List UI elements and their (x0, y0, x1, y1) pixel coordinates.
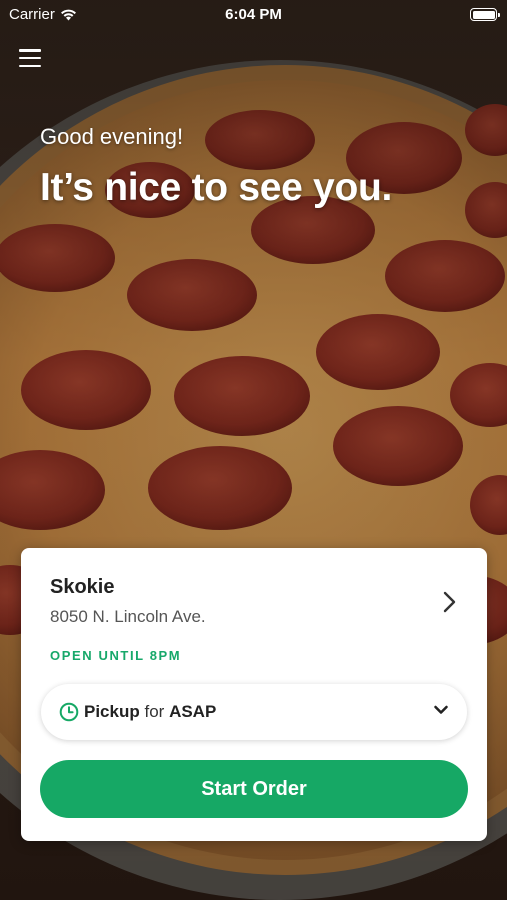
status-bar: Carrier 6:04 PM (0, 0, 507, 30)
store-address[interactable]: 8050 N. Lincoln Ave. (50, 607, 206, 627)
battery-icon (470, 8, 500, 21)
store-name[interactable]: Skokie (50, 576, 114, 599)
order-mode-connector: for (144, 702, 165, 721)
clock-icon (59, 702, 79, 722)
greeting-text: Good evening! (40, 124, 184, 149)
store-hours-status: OPEN UNTIL 8PM (50, 648, 182, 663)
chevron-down-icon[interactable] (433, 704, 449, 716)
order-time-label: ASAP (169, 702, 217, 721)
status-time: 6:04 PM (225, 6, 282, 23)
order-mode-text: Pickup for ASAP (84, 702, 216, 722)
chevron-right-icon[interactable] (439, 590, 459, 614)
order-mode-label: Pickup (84, 702, 140, 721)
headline-text: It’s nice to see you. (40, 166, 393, 209)
store-card: Skokie 8050 N. Lincoln Ave. OPEN UNTIL 8… (21, 548, 487, 841)
order-mode-selector[interactable]: Pickup for ASAP (41, 684, 467, 740)
hamburger-menu-icon[interactable] (19, 48, 41, 68)
start-order-button[interactable]: Start Order (40, 760, 468, 818)
